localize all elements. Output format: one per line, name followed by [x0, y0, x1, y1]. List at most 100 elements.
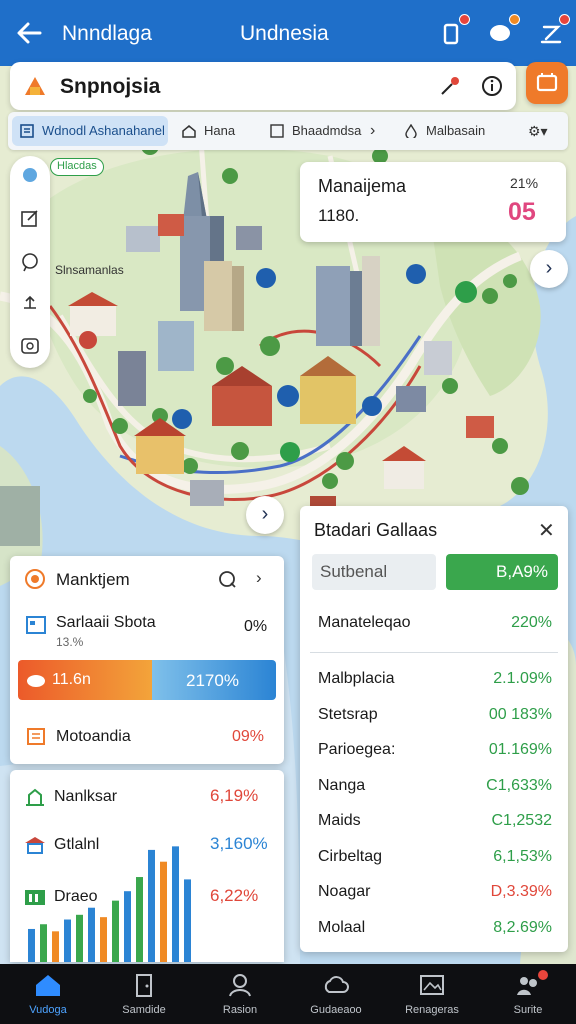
- nav-label: Rasion: [222, 1004, 258, 1016]
- notification-dot: [459, 14, 470, 25]
- location-info-card[interactable]: Manaijema 1180. 21% 05: [300, 162, 566, 242]
- filter-bar: Wdnodl Ashanahanel Hana Bhaadmdsa › Malb…: [8, 112, 568, 150]
- cloud-icon: [322, 972, 350, 998]
- row-name: Parioegea:: [318, 741, 396, 758]
- stats-panel: Btadari Gallaas ✕ Sutbenal B,A9% Manatel…: [300, 506, 568, 952]
- nav-item-person[interactable]: Rasion: [192, 964, 288, 1024]
- stats-row[interactable]: Parioegea: 01.169%: [300, 733, 568, 767]
- sun-icon: [25, 569, 45, 589]
- trend-bar: [64, 919, 71, 962]
- row-name: Noagar: [318, 883, 371, 900]
- stats-row[interactable]: Stetsrap 00 183%: [300, 698, 568, 732]
- close-icon[interactable]: ✕: [538, 518, 555, 543]
- row-name: Stetsrap: [318, 705, 378, 723]
- split-left-label: 11.6n: [52, 671, 91, 688]
- trend-bar: [52, 931, 59, 962]
- chevron-right-icon[interactable]: ›: [370, 116, 375, 146]
- city-logo-icon: [22, 73, 48, 99]
- location-name: Manaijema: [318, 176, 407, 196]
- person-icon: [226, 972, 254, 998]
- row-value: 09%: [232, 728, 265, 745]
- stats-highlight-row[interactable]: Manateleqao 220%: [300, 606, 568, 640]
- search-bar[interactable]: Snpnojsia: [10, 62, 516, 110]
- location-value: 1180.: [318, 206, 360, 225]
- nav-item-door[interactable]: Samdide: [96, 964, 192, 1024]
- settings-icon: ⚙▾: [528, 123, 548, 139]
- share-icon[interactable]: [20, 294, 40, 314]
- refresh-icon[interactable]: [216, 568, 238, 590]
- row-name: Nanga: [318, 776, 366, 794]
- nav-item-group[interactable]: Surite: [480, 964, 576, 1024]
- image-icon: [270, 124, 284, 138]
- row-name: Maids: [318, 812, 361, 829]
- stats-row[interactable]: Malbplacia 2.1.09%: [300, 662, 568, 696]
- home-icon: [182, 125, 196, 138]
- door-icon: [130, 972, 158, 998]
- region-title: Undnesia: [240, 22, 329, 45]
- stats-row[interactable]: Maids C1,2532: [300, 804, 568, 838]
- gallery-icon[interactable]: [20, 336, 40, 356]
- row-sub: 13.%: [56, 635, 84, 649]
- row-value: 01.169%: [488, 741, 552, 758]
- row-name: Malbplacia: [318, 670, 395, 687]
- building-icon: [24, 787, 46, 807]
- row-name: Cirbeltag: [318, 847, 383, 865]
- notification-dot: [559, 14, 570, 25]
- filter-label: Bhaadmdsa: [292, 123, 362, 138]
- stats-row[interactable]: Molaal 8,2.69%: [300, 911, 568, 945]
- row-value: 6,1,53%: [493, 847, 552, 865]
- chevron-right-icon[interactable]: ›: [256, 568, 262, 588]
- info-icon[interactable]: [480, 74, 504, 98]
- nav-label: Samdide: [122, 1004, 166, 1016]
- trend-card: Nanlksar 6,19% Gtlalnl 3,160% Draeo 6,22%: [10, 770, 284, 962]
- edit-square-icon[interactable]: [20, 208, 40, 228]
- filter-label: Hana: [204, 123, 236, 138]
- list-icon: [20, 124, 34, 138]
- filter-chip-3[interactable]: Malbasain: [396, 116, 516, 146]
- edit-icon[interactable]: [536, 14, 570, 48]
- filter-chip-0[interactable]: Wdnodl Ashanahanel: [12, 116, 168, 146]
- nav-item-gallery[interactable]: Renageras: [384, 964, 480, 1024]
- stats-row[interactable]: Nanga C1,633%: [300, 769, 568, 803]
- home-icon: [34, 972, 62, 998]
- notification-dot: [538, 970, 548, 980]
- split-right-label: 2170%: [186, 671, 239, 690]
- trend-bar: [88, 907, 95, 962]
- temple-icon: [24, 835, 46, 855]
- chat-bubble-icon[interactable]: [486, 14, 520, 48]
- nav-item-cloud[interactable]: Gudaeaoo: [288, 964, 384, 1024]
- map-tools: [10, 156, 50, 368]
- row-value: C1,2532: [491, 812, 553, 829]
- row-value: 8,2.69%: [493, 918, 552, 936]
- nav-item-home[interactable]: Vudoga: [0, 964, 96, 1024]
- row-value: 220%: [511, 614, 552, 631]
- row-value: 00 183%: [488, 705, 552, 723]
- stats-row[interactable]: Noagar D,3.39%: [300, 875, 568, 909]
- next-arrow-button[interactable]: ›: [530, 250, 568, 288]
- filter-chip-1[interactable]: Hana: [174, 116, 258, 146]
- layers-button[interactable]: [526, 62, 568, 104]
- calendar-icon: [27, 728, 45, 745]
- back-arrow-icon[interactable]: [12, 16, 46, 50]
- more-filters-button[interactable]: ⚙▾: [524, 116, 564, 146]
- stats-row[interactable]: Cirbeltag 6,1,53%: [300, 840, 568, 874]
- pin-tool-icon[interactable]: [438, 74, 462, 98]
- expand-arrow-button[interactable]: ›: [246, 496, 284, 534]
- filter-chip-2[interactable]: Bhaadmdsa ›: [262, 116, 392, 146]
- row-name: Motoandia: [56, 728, 131, 745]
- comment-icon[interactable]: [20, 252, 40, 272]
- map-tag[interactable]: Hlacdas: [50, 158, 104, 176]
- trend-bar: [160, 861, 167, 962]
- row-value: 3,160%: [210, 834, 268, 853]
- row-value: 6,22%: [210, 886, 259, 905]
- phone-icon[interactable]: [436, 14, 470, 48]
- row-value: 2.1.09%: [493, 670, 552, 687]
- trend-bar: [136, 877, 143, 962]
- bottom-nav: Vudoga Samdide Rasion Gudaeaoo Renageras Suri…: [0, 964, 576, 1024]
- row-value: 0%: [244, 618, 268, 635]
- summary-card: Manktjem › Sarlaaii Sbota 13.% 0% 11.6n …: [10, 556, 284, 764]
- gallery-icon: [418, 972, 446, 998]
- trend-bar: [112, 900, 119, 962]
- row-name: Sarlaaii Sbota: [56, 614, 156, 631]
- location-pin-icon[interactable]: [20, 166, 40, 186]
